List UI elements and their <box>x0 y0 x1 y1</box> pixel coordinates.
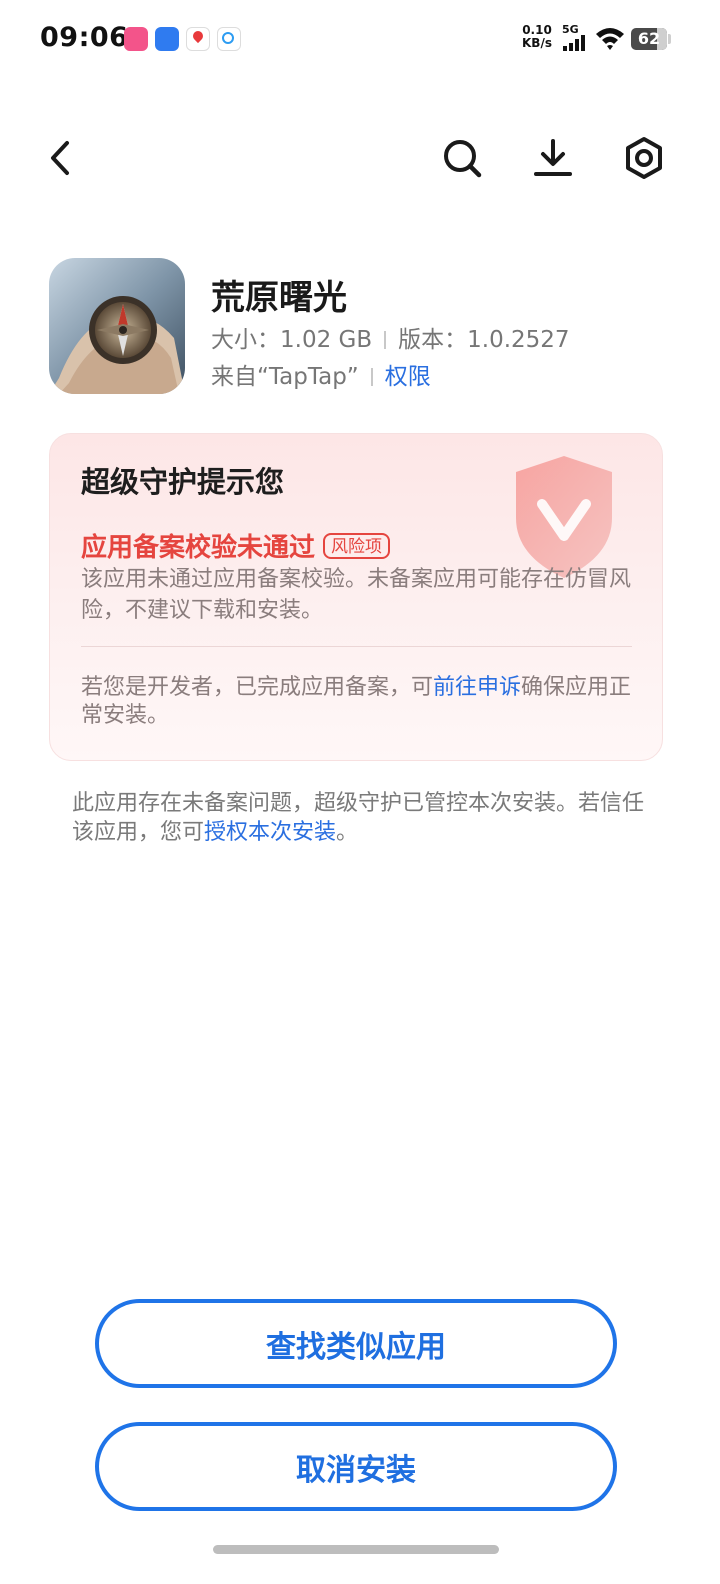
risk-heading: 应用备案校验未通过 风险项 <box>81 527 391 564</box>
settings-button[interactable] <box>616 130 672 186</box>
app-source: 来自“TapTap” <box>211 364 359 390</box>
settings-icon <box>626 137 662 179</box>
network-speed: 0.10 KB/s <box>520 24 554 50</box>
meta-separator <box>370 368 373 386</box>
guard-note: 此应用存在未备案问题，超级守护已管控本次安装。若信任该应用，您可授权本次安装。 <box>72 789 662 847</box>
appeal-link[interactable]: 前往申诉 <box>433 675 521 700</box>
download-icon <box>534 139 572 176</box>
wifi-icon <box>596 28 624 50</box>
app-size: 大小：1.02 GB <box>211 327 373 353</box>
app-name: 荒原曙光 <box>211 278 347 318</box>
signal-icon <box>563 35 589 51</box>
browser-icon <box>155 27 179 51</box>
developer-note-prefix: 若您是开发者，已完成应用备案，可 <box>81 675 434 700</box>
search-app-icon <box>217 27 241 51</box>
risk-badge: 风险项 <box>323 532 391 559</box>
guard-note-suffix: 。 <box>336 820 359 845</box>
bilibili-icon <box>124 27 148 51</box>
map-icon <box>186 27 210 51</box>
meta-separator <box>384 331 387 349</box>
battery-level: 62 <box>637 29 661 48</box>
cancel-install-button[interactable]: 取消安装 <box>95 1422 617 1511</box>
app-version: 版本：1.0.2527 <box>398 327 570 353</box>
download-button[interactable] <box>525 130 581 186</box>
risk-title: 应用备案校验未通过 <box>81 533 316 563</box>
battery-icon: 62 <box>631 28 667 50</box>
app-meta-size-version: 大小：1.02 GB 版本：1.0.2527 <box>211 320 570 354</box>
warning-card-title: 超级守护提示您 <box>81 465 285 499</box>
risk-description: 该应用未通过应用备案校验。未备案应用可能存在仿冒风险，不建议下载和安装。 <box>81 567 632 623</box>
battery-cap <box>668 34 671 44</box>
compass-icon <box>49 258 185 394</box>
back-button[interactable] <box>32 130 88 186</box>
app-icon <box>49 258 185 394</box>
chevron-left-icon <box>51 141 69 175</box>
developer-note: 若您是开发者，已完成应用备案，可前往申诉确保应用正常安装。 <box>81 674 641 730</box>
home-indicator[interactable] <box>213 1545 499 1554</box>
status-time: 09:06 <box>40 22 129 53</box>
search-button[interactable] <box>434 130 490 186</box>
network-speed-unit: KB/s <box>522 36 552 50</box>
find-similar-apps-button[interactable]: 查找类似应用 <box>95 1299 617 1388</box>
search-icon <box>444 140 482 178</box>
authorize-install-link[interactable]: 授权本次安装 <box>204 820 336 845</box>
card-divider <box>81 646 632 647</box>
permissions-link[interactable]: 权限 <box>385 364 431 390</box>
status-bar: 09:06 0.10 KB/s 5G 62 <box>0 0 720 80</box>
app-meta-source: 来自“TapTap” 权限 <box>211 357 431 391</box>
security-warning-card: 超级守护提示您 应用备案校验未通过 风险项 该应用未通过应用备案校验。未备案应用可… <box>49 433 663 761</box>
